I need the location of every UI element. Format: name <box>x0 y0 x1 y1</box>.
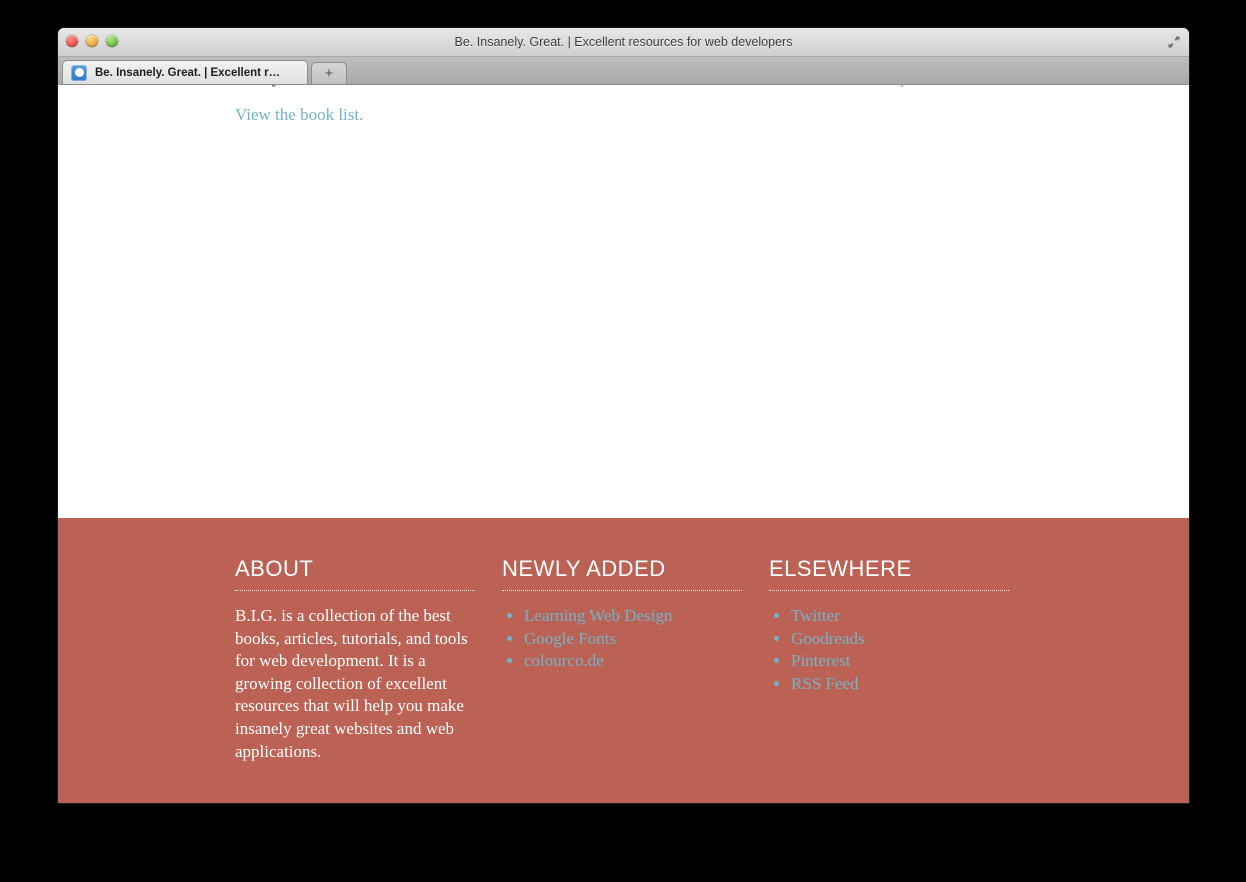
list-item: Pinterest <box>791 650 1009 673</box>
elsewhere-list: Twitter Goodreads Pinterest RSS Feed <box>769 605 1009 695</box>
list-item: colourco.de <box>524 650 742 673</box>
intro-column-articles: Check out the featured articles. <box>502 85 732 90</box>
elsewhere-link[interactable]: Pinterest <box>791 651 851 670</box>
intro-tail-text-books: library. <box>235 85 465 90</box>
browser-tabbar: Be. Insanely. Great. | Excellent r… + <box>58 57 1189 85</box>
book-list-link[interactable]: View the book list. <box>235 104 465 127</box>
newly-added-list: Learning Web Design Google Fonts colourc… <box>502 605 742 673</box>
site-footer: ABOUT B.I.G. is a collection of the best… <box>58 518 1189 803</box>
window-titlebar: Be. Insanely. Great. | Excellent resourc… <box>58 28 1189 57</box>
intro-column-books: library. View the book list. <box>235 85 465 126</box>
featured-articles-link[interactable]: Check out the featured articles. <box>502 85 732 90</box>
newly-added-link[interactable]: colourco.de <box>524 651 604 670</box>
elsewhere-link[interactable]: Twitter <box>791 606 840 625</box>
newly-added-link[interactable]: Google Fonts <box>524 629 616 648</box>
list-item: Twitter <box>791 605 1009 628</box>
footer-column-about: ABOUT B.I.G. is a collection of the best… <box>235 556 475 763</box>
footer-heading-elsewhere: ELSEWHERE <box>769 556 1009 591</box>
newly-added-link[interactable]: Learning Web Design <box>524 606 672 625</box>
footer-heading-about: ABOUT <box>235 556 475 591</box>
browser-tab-title: Be. Insanely. Great. | Excellent r… <box>95 66 281 79</box>
footer-heading-newly-added: NEWLY ADDED <box>502 556 742 591</box>
footer-column-elsewhere: ELSEWHERE Twitter Goodreads Pinterest RS… <box>769 556 1009 695</box>
elsewhere-link[interactable]: Goodreads <box>791 629 865 648</box>
window-title: Be. Insanely. Great. | Excellent resourc… <box>454 35 793 49</box>
new-tab-button[interactable]: + <box>311 62 347 84</box>
intro-column-tools: View our list of helpful web tools. <box>769 85 1009 90</box>
elsewhere-link[interactable]: RSS Feed <box>791 674 859 693</box>
list-item: RSS Feed <box>791 673 1009 696</box>
big-favicon-icon <box>71 64 87 81</box>
web-tools-link[interactable]: View our list of helpful web tools. <box>769 85 1009 90</box>
page-viewport: library. View the book list. Check out t… <box>58 85 1189 803</box>
fullscreen-icon[interactable] <box>1165 33 1183 51</box>
footer-about-text: B.I.G. is a collection of the best books… <box>235 606 468 761</box>
page-top-content: library. View the book list. Check out t… <box>58 85 1189 519</box>
list-item: Learning Web Design <box>524 605 742 628</box>
footer-column-newly-added: NEWLY ADDED Learning Web Design Google F… <box>502 556 742 673</box>
list-item: Google Fonts <box>524 628 742 651</box>
browser-window: Be. Insanely. Great. | Excellent resourc… <box>58 28 1189 803</box>
list-item: Goodreads <box>791 628 1009 651</box>
browser-tab[interactable]: Be. Insanely. Great. | Excellent r… <box>62 60 308 84</box>
